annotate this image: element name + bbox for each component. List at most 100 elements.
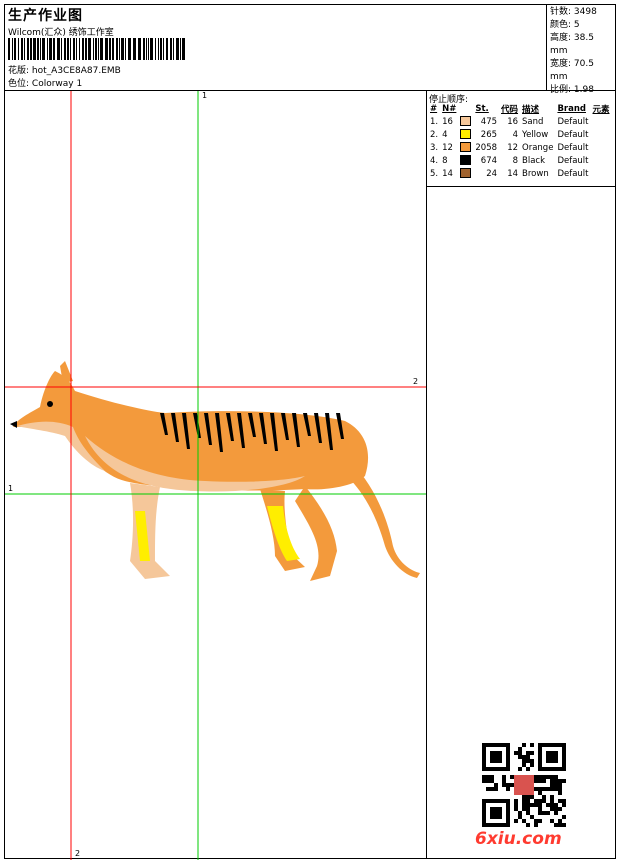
row-brand: Default [557,129,589,140]
row-desc: Black [522,155,546,166]
qr-cell [514,799,518,803]
barcode-bar [27,38,29,60]
col-index: # [430,103,438,114]
barcode-bar [42,38,45,60]
row-code: 12 [507,142,519,153]
qr-finder [490,751,502,763]
row-swatch [458,167,473,180]
barcode-bar [163,38,164,60]
qr-cell [534,803,538,807]
row-code: 16 [507,116,519,127]
row-stitches: 265 [480,129,498,140]
qr-cell [562,779,566,783]
qr-cell [518,751,522,755]
barcode-bar [182,38,185,60]
qr-cell [534,799,538,803]
green-horizontal-axis-label: 1 [8,484,14,493]
qr-cell [538,779,542,783]
color-swatch [460,129,472,140]
stop-sequence-table: # N# St. 代码 描述 Brand 元素 1. 16 475 16 Sand Def… [428,102,612,180]
qr-finder [546,751,558,763]
qr-cell [502,775,506,779]
qr-cell [510,775,514,779]
stat-height: 高度: 38.5 mm [550,33,594,56]
barcode-bar [138,38,141,60]
qr-cell [546,787,550,791]
qr-cell [554,811,558,815]
barcode-bar [53,38,55,60]
row-brand: Default [557,142,589,153]
qr-cell [526,811,530,815]
barcode-bar [14,38,16,60]
production-sheet: 生产作业图 Wilcom(汇众) 绣饰工作室 花版: hot_A3CE8A87.… [4,4,616,860]
qr-cell [494,787,498,791]
qr-cell [522,743,526,747]
barcode-bar [8,38,10,60]
barcode-bar [30,38,32,60]
stop-sequence-panel: 停止顺序: # N# St. 代码 描述 Brand 元素 1. 16 475 16 S… [426,91,615,858]
barcode-bar [73,38,75,60]
design-file-row: 花版: hot_A3CE8A87.EMB [8,63,121,76]
qr-cell [518,755,522,759]
barcode-bar [100,38,103,60]
row-stitches: 24 [486,168,498,179]
row-desc: Brown [522,168,549,179]
barcode [8,38,185,60]
qr-cell [506,783,510,787]
col-desc: 描述 [522,104,540,115]
qr-cell [558,807,562,811]
barcode-bar [79,38,80,60]
qr-cell [530,795,534,799]
qr-cell [486,787,490,791]
qr-cell [550,787,554,791]
qr-cell [558,819,562,823]
stat-colors: 颜色: 5 [550,20,580,30]
qr-cell [534,787,538,791]
row-swatch [458,154,473,167]
watermark-logo: 6xiu.com [475,829,562,849]
barcode-bar [148,38,149,60]
barcode-bar [21,38,23,60]
qr-cell [534,775,538,779]
barcode-bar [121,38,124,60]
qr-center-stamp [514,775,534,795]
qr-code [482,743,566,827]
barcode-bar [95,38,97,60]
qr-cell [490,779,494,783]
qr-cell [550,799,554,803]
barcode-bar [37,38,39,60]
qr-cell [550,819,554,823]
qr-cell [554,787,558,791]
qr-cell [538,791,542,795]
qr-cell [530,803,534,807]
qr-cell [562,803,566,807]
red-horizontal-axis-label: 2 [413,377,419,386]
barcode-bar [176,38,179,60]
row-n: 14 [442,168,453,179]
table-row: 1. 16 475 16 Sand Default [428,115,612,128]
qr-cell [514,807,518,811]
row-index: 5. [430,168,439,179]
stats-panel: 针数: 3498 颜色: 5 高度: 38.5 mm 宽度: 70.5 mm 比… [546,5,615,95]
stat-width: 宽度: 70.5 mm [550,59,594,82]
row-desc: Yellow [522,129,549,140]
qr-cell [550,775,554,779]
row-n: 4 [442,129,448,140]
table-header-row: # N# St. 代码 描述 Brand 元素 [428,102,612,115]
barcode-bar [61,38,62,60]
stat-stitches: 针数: 3498 [550,7,597,17]
col-code: 代码 [501,104,519,115]
qr-cell [546,811,550,815]
qr-cell [542,779,546,783]
barcode-bar [150,38,153,60]
qr-cell [542,811,546,815]
barcode-bar [160,38,162,60]
barcode-bar [57,38,60,60]
table-row: 3. 12 2058 12 Orange Default [428,141,612,154]
qr-cell [526,755,530,759]
qr-cell [538,807,542,811]
row-swatch [458,115,473,128]
row-desc: Orange [522,142,554,153]
qr-cell [530,743,534,747]
qr-cell [550,803,554,807]
